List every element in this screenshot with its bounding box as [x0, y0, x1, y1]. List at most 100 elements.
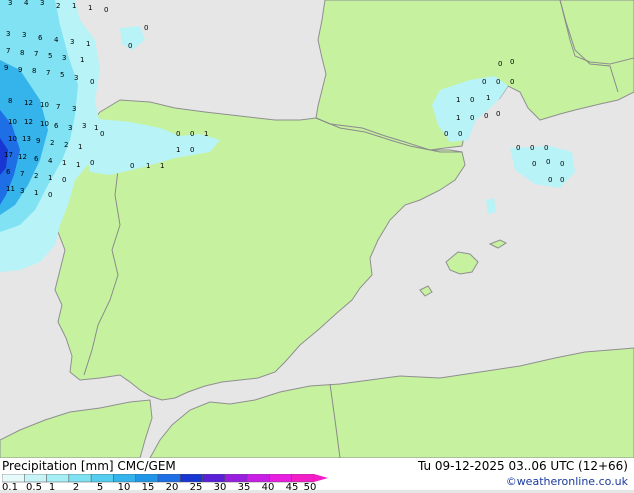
precip-value-label: 6	[54, 122, 59, 130]
legend-swatch	[46, 474, 70, 483]
precip-value-label: 9	[4, 64, 8, 72]
precip-value-label: 6	[38, 34, 43, 42]
precip-value-label: 0	[484, 112, 488, 120]
legend-tick-label: 1	[48, 482, 56, 493]
precip-value-label: 4	[54, 36, 59, 44]
precip-value-label: 0	[548, 176, 552, 184]
precip-value-label: 1	[80, 56, 84, 64]
precip-value-label: 1	[48, 174, 52, 182]
precip-value-label: 7	[56, 103, 60, 111]
map-title: Precipitation [mm] CMC/GEM	[2, 459, 176, 473]
precip-value-label: 0	[560, 160, 564, 168]
precip-value-label: 1	[72, 2, 76, 10]
precip-value-label: 7	[20, 170, 24, 178]
precip-value-label: 0	[532, 160, 536, 168]
credit-link[interactable]: ©weatheronline.co.uk	[506, 475, 628, 488]
legend-swatch	[113, 474, 136, 483]
precip-value-label: 2	[56, 2, 60, 10]
precip-value-label: 2	[34, 172, 38, 180]
precip-value-label: 0	[90, 78, 94, 86]
precip-value-label: 3	[8, 0, 12, 7]
precip-value-label: 0	[90, 159, 94, 167]
precip-value-label: 0	[546, 158, 550, 166]
precip-value-label: 0	[144, 24, 148, 32]
legend-swatch	[202, 474, 226, 483]
precip-value-label: 3	[82, 122, 86, 130]
precip-value-label: 10	[8, 135, 17, 143]
precip-value-label: 8	[20, 49, 24, 57]
legend-swatch	[90, 474, 114, 483]
precip-value-label: 3	[62, 54, 66, 62]
precip-value-label: 5	[60, 71, 64, 79]
precip-value-label: 0	[530, 144, 534, 152]
legend-tick-label: 25	[189, 482, 203, 493]
precip-value-label: 6	[6, 168, 11, 176]
precip-value-label: 1	[146, 162, 150, 170]
precip-value-label: 13	[22, 135, 31, 143]
precip-value-label: 0	[190, 146, 194, 154]
legend-swatch	[68, 474, 92, 483]
precip-value-label: 17	[4, 151, 13, 159]
legend-tick-label: 35	[237, 482, 251, 493]
precip-value-label: 12	[24, 118, 33, 126]
precip-value-label: 1	[86, 40, 90, 48]
precip-value-label: 0	[458, 130, 462, 138]
precip-value-label: 3	[72, 105, 76, 113]
precip-value-label: 0	[516, 144, 520, 152]
precip-value-label: 1	[94, 124, 98, 132]
legend-tick-label: 15	[141, 482, 155, 493]
legend-tick-label: 30	[213, 482, 227, 493]
legend-tick-label: 20	[165, 482, 179, 493]
precip-value-label: 0	[128, 42, 132, 50]
footer: Precipitation [mm] CMC/GEM Tu 09-12-2025…	[0, 458, 634, 493]
precip-value-label: 8	[32, 67, 36, 75]
precip-value-label: 0	[510, 58, 514, 66]
precip-value-label: 3	[40, 0, 44, 7]
precip-value-label: 2	[64, 141, 68, 149]
precip-value-label: 1	[62, 159, 66, 167]
precip-value-label: 3	[20, 187, 24, 195]
precip-value-label: 0	[100, 130, 104, 138]
legend-swatch	[291, 474, 315, 483]
precip-value-label: 5	[48, 52, 52, 60]
precip-value-label: 0	[176, 130, 180, 138]
legend-tick-label: 45	[285, 482, 299, 493]
precip-value-label: 1	[486, 94, 490, 102]
legend-tick-label: 50	[303, 482, 317, 493]
precip-value-label: 0	[544, 144, 548, 152]
precip-value-label: 0	[470, 96, 474, 104]
legend-swatch	[180, 474, 203, 483]
precip-value-label: 7	[46, 69, 50, 77]
precip-value-label: 1	[456, 96, 460, 104]
precip-value-label: 1	[456, 114, 460, 122]
precip-value-label: 4	[48, 157, 53, 165]
precip-value-label: 1	[176, 146, 180, 154]
precipitation-map: 3 4 3 2 1 1 03 3 6 4 3 17 8 7 5 3 19 9 8 7 5 3 08 12 10 7 310 12 10 6…	[0, 0, 634, 458]
precip-value-label: 4	[24, 0, 29, 7]
precip-value-label: 3	[22, 31, 26, 39]
precip-value-label: 10	[8, 118, 17, 126]
legend-swatch	[246, 474, 270, 483]
legend-tick-label: 10	[117, 482, 131, 493]
legend-tick-label: 0.1	[2, 482, 18, 493]
precip-value-label: 0	[482, 78, 486, 86]
precip-value-label: 10	[40, 101, 49, 109]
legend-tick-label: 0.5	[26, 482, 42, 493]
precip-value-label: 1	[76, 161, 80, 169]
legend-swatch	[269, 474, 292, 483]
precip-value-label: 0	[510, 78, 514, 86]
legend-swatch	[135, 474, 159, 483]
precip-value-label: 7	[6, 47, 10, 55]
precip-value-label: 12	[24, 99, 33, 107]
precip-value-label: 1	[34, 189, 38, 197]
legend-swatch	[224, 474, 248, 483]
precip-value-label: 6	[34, 155, 39, 163]
precip-value-label: 9	[18, 66, 22, 74]
precip-value-label: 2	[50, 139, 54, 147]
precip-value-label: 1	[160, 162, 164, 170]
precip-value-label: 0	[48, 191, 52, 199]
precip-value-label: 0	[496, 78, 500, 86]
legend-tick-label: 2	[72, 482, 80, 493]
precip-value-label: 1	[204, 130, 208, 138]
precip-value-label: 0	[130, 162, 134, 170]
